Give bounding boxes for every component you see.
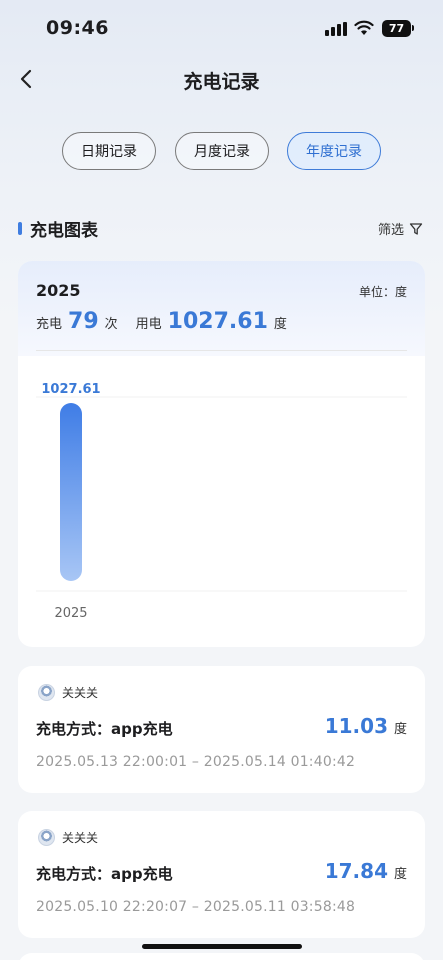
section-accent-bar [18, 222, 22, 235]
page-title: 充电记录 [183, 71, 260, 93]
record-tabs: 日期记录 月度记录 年度记录 [0, 132, 443, 170]
record-amount-value: 17.84 [324, 859, 388, 883]
energy-label: 用电 [135, 317, 162, 332]
record-amount-unit: 度 [393, 722, 407, 737]
record-user-name: 关关关 [62, 686, 99, 700]
record-amount: 17.84 度 [325, 859, 407, 883]
status-time: 09:46 [46, 17, 109, 39]
bar-data-label: 1027.61 [41, 382, 100, 397]
record-time-range: 2025.05.13 22:00:01 – 2025.05.14 01:40:4… [36, 754, 356, 770]
unit-label: 单位：度 [358, 285, 407, 299]
charge-count-label: 充电 [36, 317, 63, 332]
charge-count-unit: 次 [104, 317, 118, 332]
chart-section-header: 充电图表 筛选 [0, 215, 443, 241]
record-amount: 11.03 度 [325, 714, 407, 738]
record-method: 充电方式：app充电 [36, 720, 173, 738]
user-avatar-icon [38, 829, 55, 846]
energy-value: 1027.61 [167, 309, 268, 334]
record-user: 关关关 [38, 829, 98, 846]
charge-record-card[interactable]: 关关关 充电方式：app充电 17.84 度 2025.05.10 22:20:… [18, 811, 425, 938]
battery-indicator: 77 [382, 20, 414, 37]
funnel-icon [409, 222, 423, 235]
tab-monthly-records[interactable]: 月度记录 [175, 132, 269, 170]
record-time-range: 2025.05.10 22:20:07 – 2025.05.11 03:58:4… [36, 899, 356, 915]
filter-button[interactable]: 筛选 [378, 219, 423, 238]
user-avatar-icon [38, 684, 55, 701]
filter-label: 筛选 [377, 223, 404, 238]
next-record-card-peek [18, 953, 425, 960]
energy-unit: 度 [273, 317, 287, 332]
charge-record-card[interactable]: 关关关 充电方式：app充电 11.03 度 2025.05.13 22:00:… [18, 666, 425, 793]
record-amount-value: 11.03 [324, 714, 388, 738]
record-method: 充电方式：app充电 [36, 865, 173, 883]
nav-bar: 充电记录 [0, 58, 443, 102]
summary-stats: 充电 79 次 用电 1027.61 度 [36, 309, 287, 334]
chart-summary: 2025 单位：度 充电 79 次 用电 1027.61 度 [18, 261, 425, 356]
status-bar: 09:46 77 [0, 0, 443, 58]
section-title: 充电图表 [30, 221, 98, 241]
summary-year: 2025 [36, 281, 81, 300]
yearly-bar-chart: 1027.61 2025 [36, 382, 407, 621]
record-user-name: 关关关 [62, 831, 99, 845]
tab-yearly-records[interactable]: 年度记录 [287, 132, 381, 170]
x-tick-label: 2025 [54, 606, 87, 621]
divider [36, 350, 407, 351]
charge-count-value: 79 [68, 309, 99, 334]
record-amount-unit: 度 [393, 867, 407, 882]
chart-card: 2025 单位：度 充电 79 次 用电 1027.61 度 1027.61 20… [18, 261, 425, 647]
chart-bar[interactable] [60, 403, 82, 581]
home-indicator [142, 944, 302, 949]
wifi-icon [354, 20, 374, 35]
tab-daily-records[interactable]: 日期记录 [62, 132, 156, 170]
cellular-signal-icon [325, 22, 347, 36]
record-user: 关关关 [38, 684, 98, 701]
